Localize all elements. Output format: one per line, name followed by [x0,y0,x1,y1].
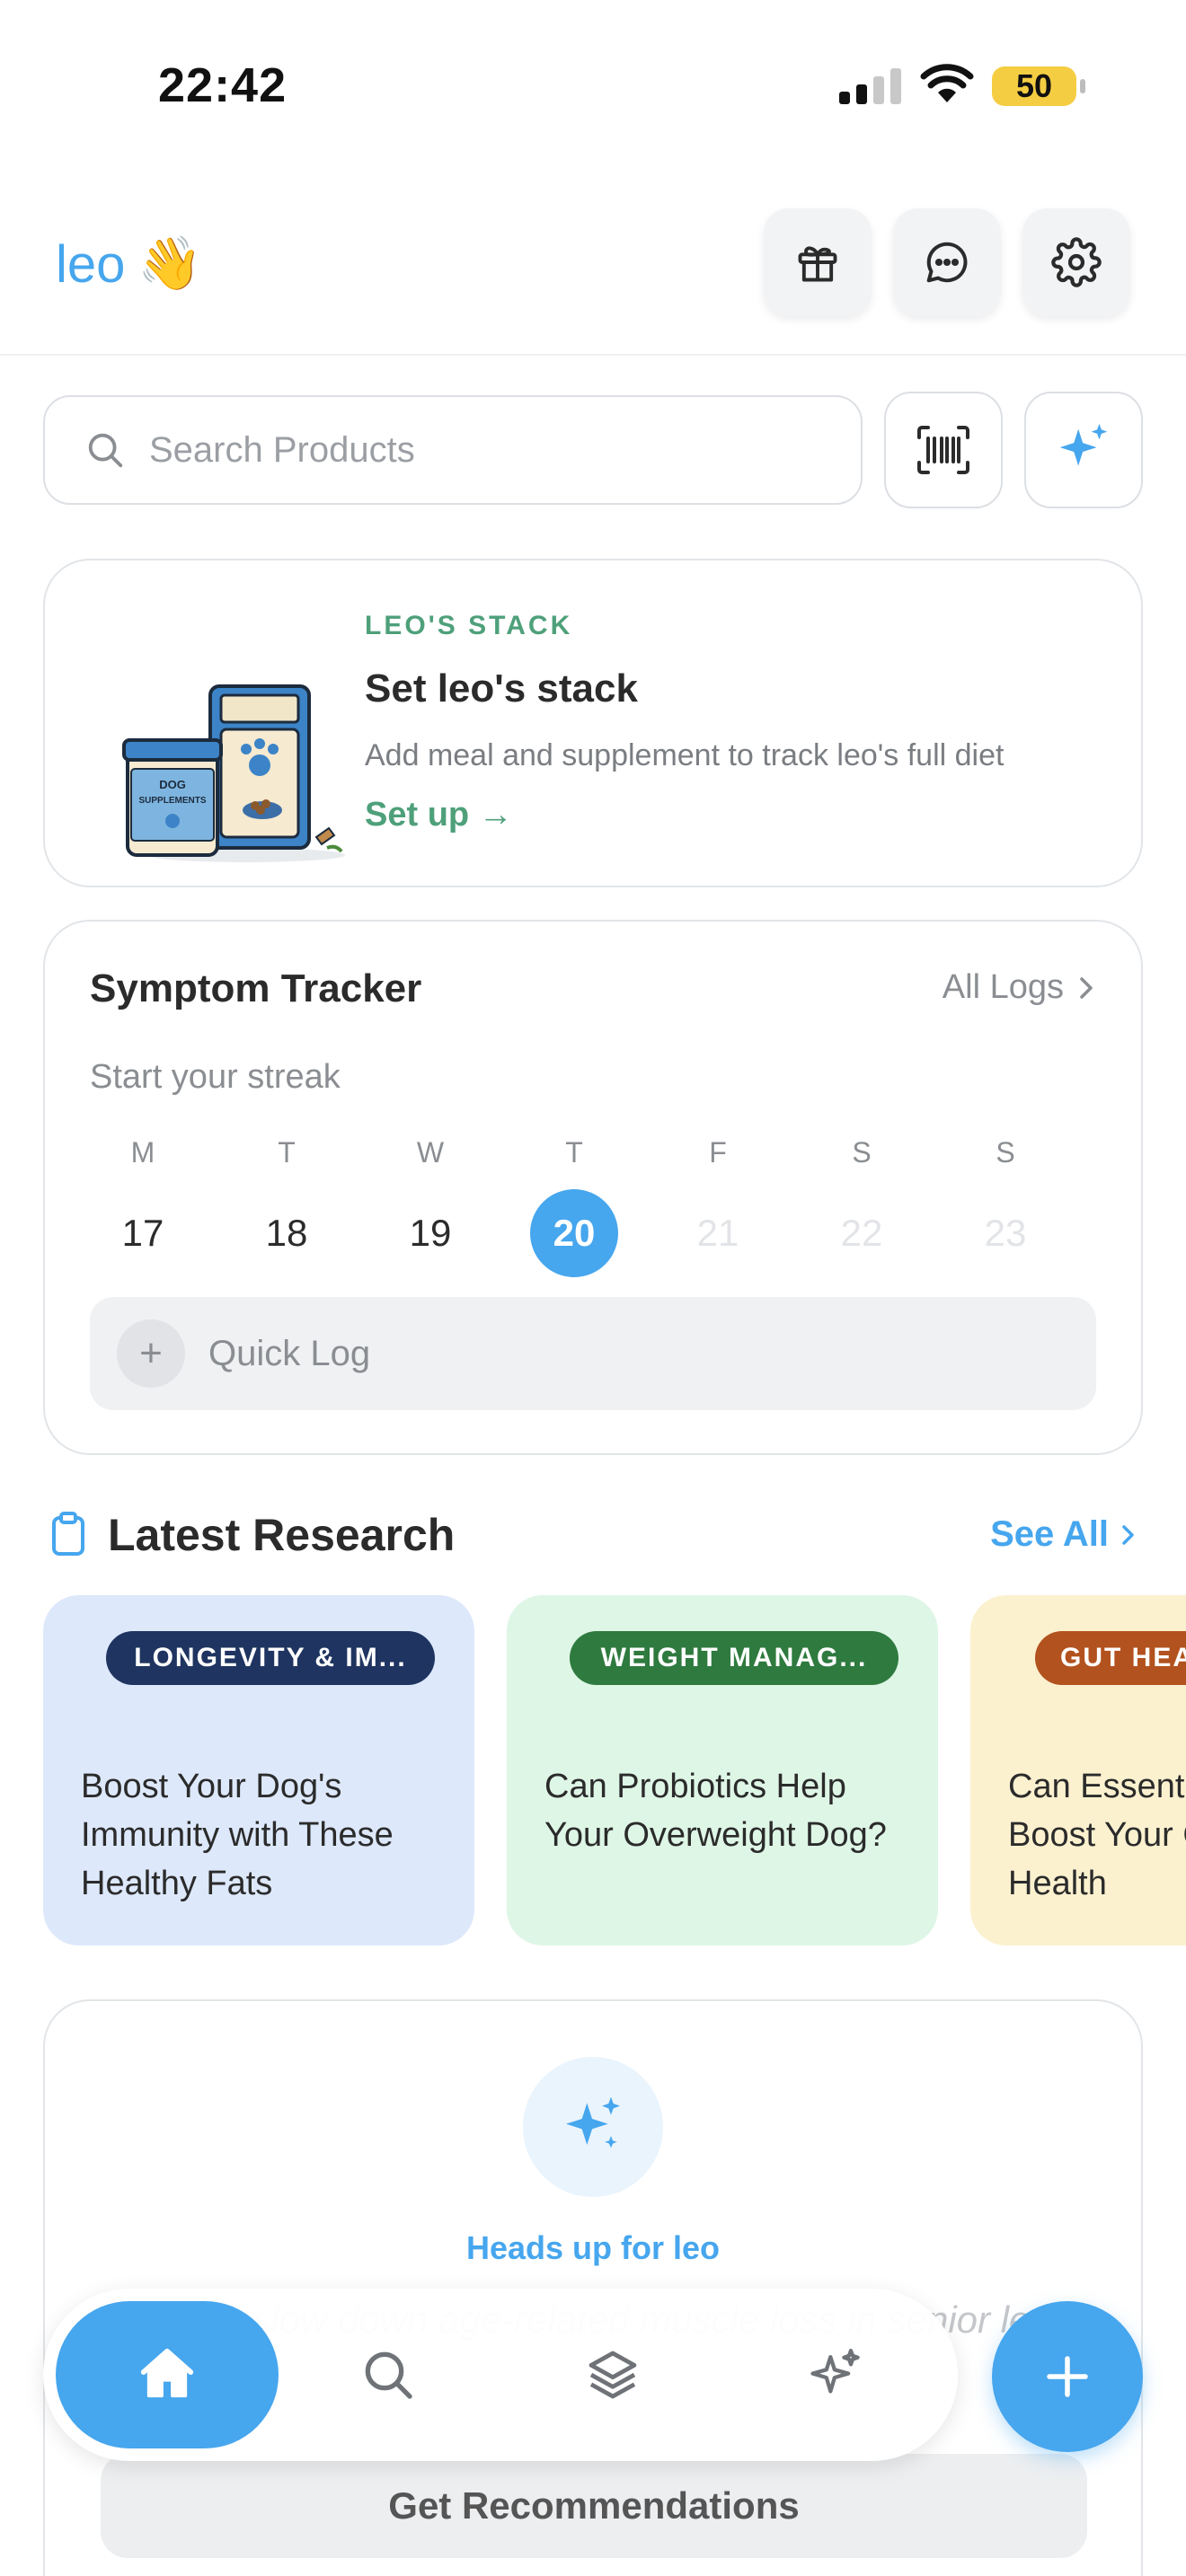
research-card-title: Boost Your Dog's Immunity with These Hea… [81,1768,394,1902]
stack-description: Add meal and supplement to track leo's f… [365,738,1005,772]
see-all-link[interactable]: See All [990,1514,1137,1555]
cellular-signal-icon [839,68,901,104]
heads-up-label: Heads up for leo [465,2229,721,2266]
chat-icon [926,242,968,283]
day-number: 18 [265,1212,308,1254]
clipboard-icon [52,1512,84,1556]
svg-text:SUPPLEMENTS: SUPPLEMENTS [138,796,206,806]
settings-button[interactable] [1022,208,1130,316]
chevron-right-icon [1122,1524,1134,1545]
day-number: 22 [840,1212,883,1254]
wave-emoji-icon: 👋 [137,234,203,293]
wifi-icon [920,64,974,102]
chat-button[interactable] [893,208,1001,316]
sparkles-icon [810,2348,860,2394]
greeting: leo 👋 [56,234,203,295]
day-thursday-today[interactable]: T 20 [525,1132,624,1277]
heads-up-card: Heads up for leo "...foods slow down age… [43,1999,1143,2576]
pet-name: leo [56,234,126,294]
streak-subtitle: Start your streak [90,1058,341,1096]
quick-log-label: Quick Log [208,1333,371,1373]
day-number-selected: 20 [530,1189,618,1277]
status-bar: 22:42 50 [0,0,1186,171]
research-card[interactable]: LONGEVITY & IM... Boost Your Dog's Immun… [43,1595,474,1945]
nav-home[interactable] [56,2301,279,2448]
ai-search-button[interactable] [1024,392,1143,508]
day-wednesday[interactable]: W 19 [381,1132,480,1277]
day-of-week: F [709,1136,727,1169]
gift-button[interactable] [764,208,872,316]
dog-supplements-illustration: DOG SUPPLEMENTS [122,684,345,862]
plus-icon: + [117,1319,185,1388]
app-header: leo 👋 [0,198,1186,356]
nav-stack[interactable] [568,2330,658,2420]
get-recommendations-button[interactable]: Get Recommendations [101,2454,1087,2558]
research-tag: GUT HEA [1035,1631,1186,1685]
day-of-week: T [565,1136,583,1169]
gear-icon [1051,237,1102,287]
day-number: 23 [984,1212,1027,1254]
week-calendar: M 17 T 18 W 19 T 20 F 21 S 22 S 23 [90,1132,1096,1293]
stack-card[interactable]: DOG SUPPLEMENTS LEO'S STACK Set leo's st… [43,559,1143,887]
search-icon [88,433,123,468]
day-tuesday[interactable]: T 18 [237,1132,336,1277]
gift-icon [798,246,837,282]
image-label: DOG [159,778,186,791]
battery-indicator: 50 [992,66,1085,106]
quick-log-button[interactable]: + Quick Log [90,1297,1096,1410]
home-icon [140,2348,194,2398]
research-card-title: Can Essent Boost Your Gut Health [1008,1768,1186,1902]
symptom-tracker-card: Symptom Tracker All Logs Start your stre… [43,920,1143,1455]
research-tag: WEIGHT MANAG... [570,1631,898,1685]
search-input[interactable] [149,429,778,471]
stack-title: Set leo's stack [365,666,638,710]
day-saturday: S 22 [812,1132,911,1277]
sparkles-badge [523,2057,663,2197]
search-icon [365,2351,412,2399]
tracker-title: Symptom Tracker [90,966,422,1010]
day-of-week: M [130,1136,155,1169]
day-number: 21 [696,1212,739,1254]
day-of-week: W [416,1136,445,1169]
day-of-week: T [278,1136,296,1169]
research-title: Latest Research [108,1510,456,1560]
day-sunday: S 23 [956,1132,1055,1277]
research-card-title: Can Probiotics Help Your Overweight Dog? [544,1768,887,1854]
nav-ai[interactable] [791,2330,881,2420]
all-logs-label: All Logs [942,968,1064,1006]
research-card-partial[interactable]: GUT HEA Can Essent Boost Your Gut Health [970,1595,1186,1945]
day-number: 19 [409,1212,452,1254]
status-time: 22:42 [158,58,288,112]
day-number: 17 [121,1212,164,1254]
stack-eyebrow: LEO'S STACK [365,611,573,640]
nav-search[interactable] [343,2330,433,2420]
research-section-header: Latest Research See All [50,1505,1137,1568]
day-of-week: S [852,1136,872,1169]
all-logs-link[interactable]: All Logs [943,968,1096,1007]
day-monday[interactable]: M 17 [93,1132,192,1277]
see-all-label: See All [990,1514,1109,1554]
add-button[interactable] [992,2301,1143,2452]
sparkles-icon [566,2096,620,2148]
layers-icon [589,2351,637,2399]
barcode-icon [917,426,969,474]
day-of-week: S [996,1136,1015,1169]
chevron-right-icon [1080,976,1093,999]
search-bar[interactable] [43,395,863,505]
day-friday: F 21 [668,1132,767,1277]
research-tag: LONGEVITY & IM... [106,1631,435,1685]
bottom-nav [43,2289,958,2461]
plus-icon [1047,2356,1088,2397]
barcode-scan-button[interactable] [884,392,1003,508]
sparkles-icon [1059,423,1108,466]
research-card[interactable]: WEIGHT MANAG... Can Probiotics Help Your… [507,1595,938,1945]
set-up-link[interactable]: Set up → [365,796,513,834]
